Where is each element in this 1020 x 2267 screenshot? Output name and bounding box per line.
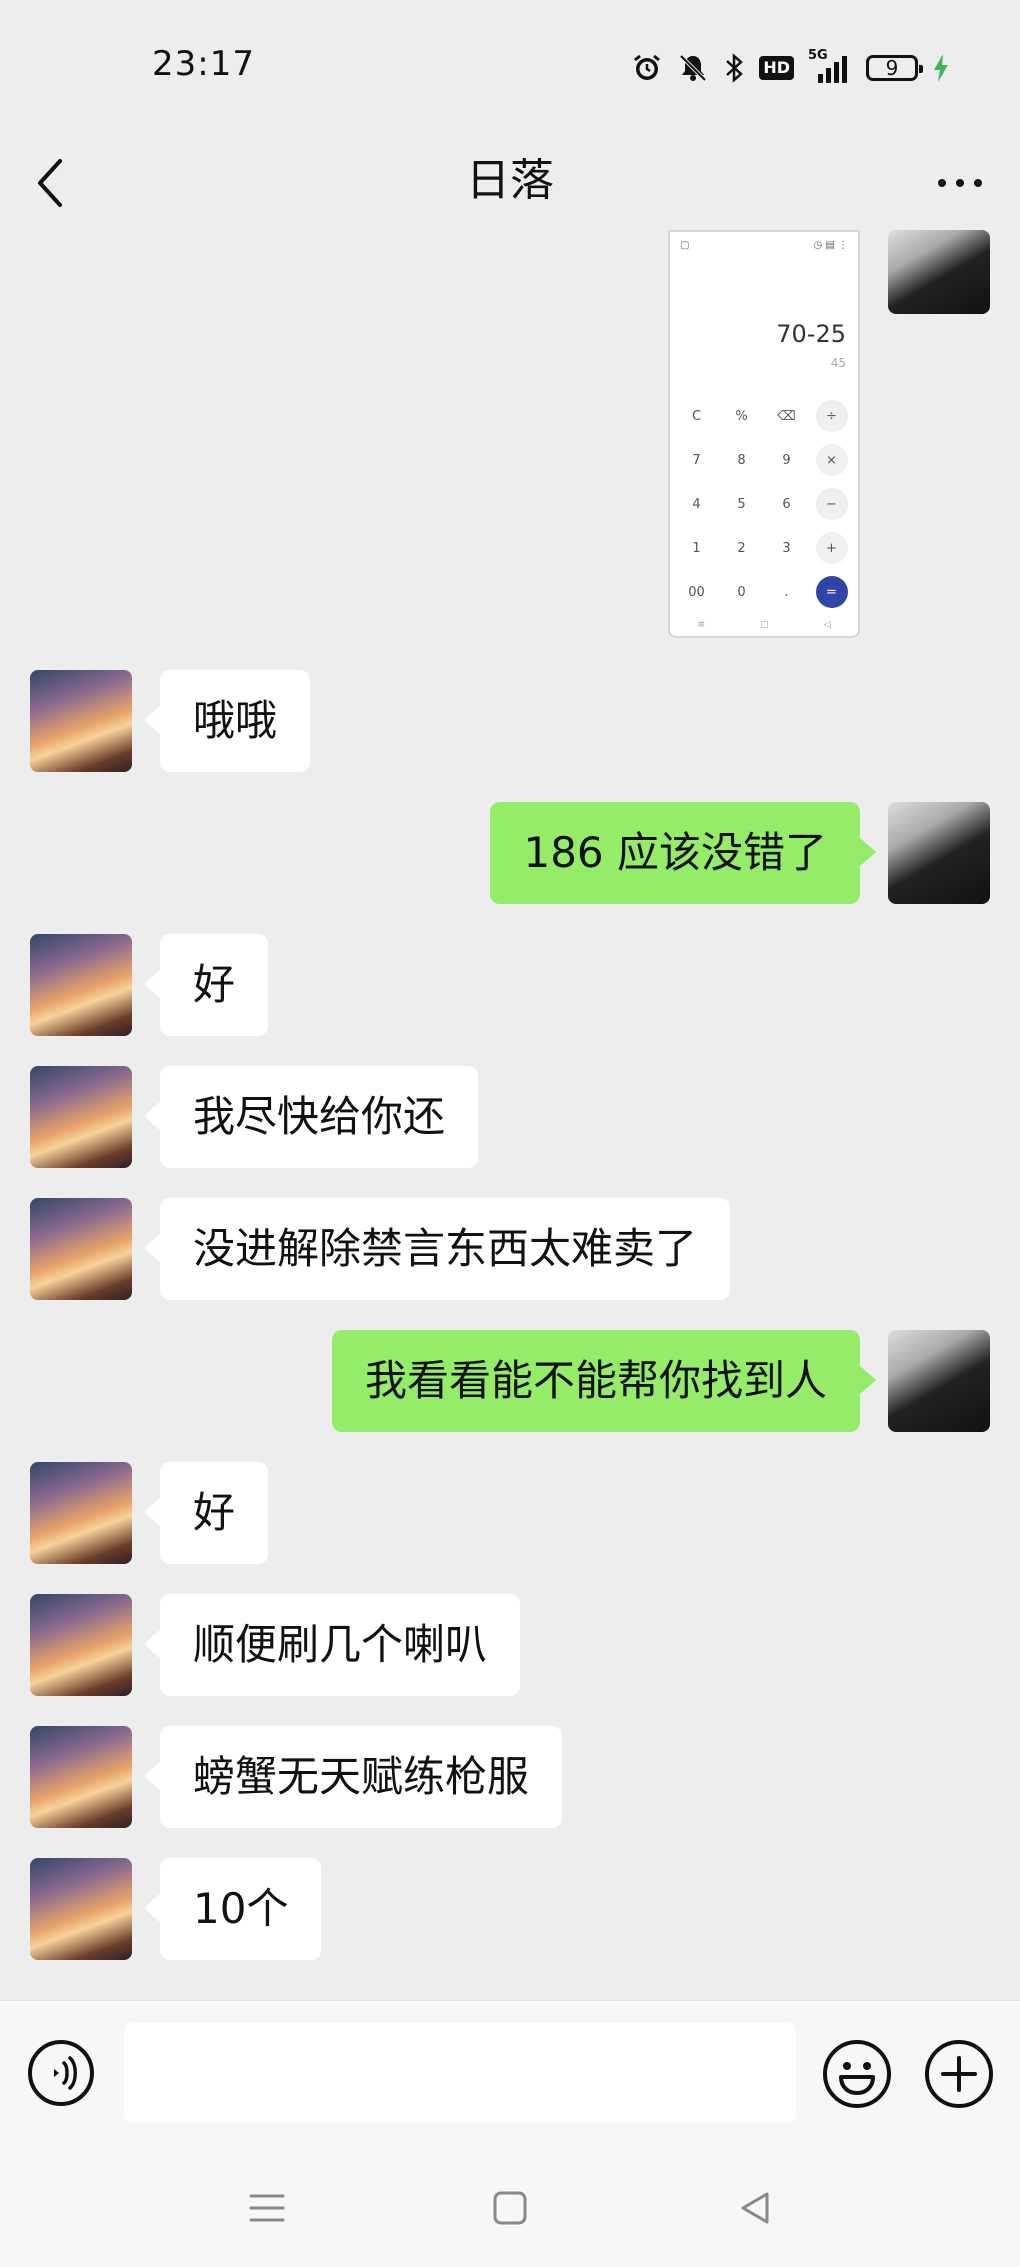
back-nav-button[interactable] [733,2186,777,2230]
calc-key: ⌫ [777,408,796,424]
message-bubble-incoming[interactable]: 没进解除禁言东西太难卖了 [143,1198,731,1300]
avatar-self[interactable] [888,802,990,904]
image-message-calculator[interactable]: ▢ ◷ ▤ ⋮ 70-25 45 C % ⌫ ÷ 7 8 9 × 4 5 6 −… [668,230,860,638]
message-bubble-incoming[interactable]: 顺便刷几个喇叭 [143,1594,521,1696]
calc-key: C [691,408,702,424]
calc-menu-icon: ▢ [680,240,690,251]
avatar-contact[interactable] [30,670,132,772]
plus-icon [925,2040,993,2108]
input-bar [0,2000,1020,2151]
avatar-contact[interactable] [30,1594,132,1696]
message-bubble-incoming[interactable]: 我尽快给你还 [143,1066,479,1168]
avatar-self[interactable] [888,230,990,314]
calc-nav-bar: ≡ ▢ ◁ [697,620,831,630]
calc-expression: 70-25 [776,320,846,348]
calc-key: 2 [737,540,746,556]
status-time: 23:17 [152,44,255,84]
bluetooth-icon [723,52,745,84]
calc-key: 7 [692,452,701,468]
avatar-contact[interactable] [30,1462,132,1564]
voice-input-button[interactable] [27,2039,95,2107]
system-nav-bar [0,2150,1020,2267]
calc-key: 1 [692,540,701,556]
message-bubble-incoming[interactable]: 好 [143,934,269,1036]
signal-icon: 5G [808,48,852,84]
calc-key: 5 [737,496,746,512]
calc-key: 9 [782,452,791,468]
hd-badge: HD [759,56,794,80]
calc-result: 45 [830,356,846,370]
calc-key: = [809,576,854,608]
more-dots-icon [938,179,982,187]
emoji-icon [823,2040,891,2108]
battery-indicator: 9 [866,55,923,81]
avatar-contact[interactable] [30,1066,132,1168]
calc-key: 4 [692,496,701,512]
calc-toolbar: ▢ ◷ ▤ ⋮ [680,240,848,256]
status-bar: 23:17 HD 5G 9 [0,0,1020,135]
message-input[interactable] [124,2023,796,2123]
calc-key: × [809,444,854,476]
charging-icon [932,52,950,84]
back-triangle-icon [741,2192,769,2224]
calc-key: − [809,488,854,520]
more-functions-button[interactable] [924,2039,994,2109]
alarm-icon [631,52,663,84]
calc-key: 0 [737,584,746,600]
calc-key: % [735,408,748,424]
calc-key: 00 [688,584,705,600]
status-icons: HD 5G 9 [631,48,950,86]
avatar-contact[interactable] [30,1198,132,1300]
calc-key: 6 [782,496,791,512]
recent-apps-button[interactable] [245,2186,289,2230]
menu-icon [249,2194,285,2222]
mute-bell-icon [677,52,709,84]
message-bubble-incoming[interactable]: 10个 [143,1858,322,1960]
message-bubble-incoming[interactable]: 哦哦 [143,670,311,772]
avatar-contact[interactable] [30,1858,132,1960]
voice-icon [28,2040,94,2106]
more-options-button[interactable] [930,153,990,213]
message-bubble-outgoing[interactable]: 我看看能不能帮你找到人 [331,1330,877,1432]
avatar-contact[interactable] [30,1726,132,1828]
message-bubble-incoming[interactable]: 好 [143,1462,269,1564]
calc-key: ÷ [809,400,854,432]
calc-key: 3 [782,540,791,556]
calc-key: 8 [737,452,746,468]
calc-key: + [809,532,854,564]
avatar-contact[interactable] [30,934,132,1036]
calc-tools-icon: ◷ ▤ ⋮ [813,240,848,251]
emoji-button[interactable] [822,2039,892,2109]
chat-title: 日落 [466,155,554,206]
chat-header: 日落 [0,135,1020,230]
avatar-self[interactable] [888,1330,990,1432]
message-bubble-outgoing[interactable]: 186 应该没错了 [490,802,876,904]
message-bubble-incoming[interactable]: 螃蟹无天赋练枪服 [143,1726,563,1828]
chat-messages[interactable]: ▢ ◷ ▤ ⋮ 70-25 45 C % ⌫ ÷ 7 8 9 × 4 5 6 −… [0,230,1020,2000]
home-square-icon [493,2191,527,2225]
calc-key: . [784,584,789,600]
calc-keypad: C % ⌫ ÷ 7 8 9 × 4 5 6 − 1 2 3 + 00 0 . = [674,400,854,608]
home-button[interactable] [488,2186,532,2230]
